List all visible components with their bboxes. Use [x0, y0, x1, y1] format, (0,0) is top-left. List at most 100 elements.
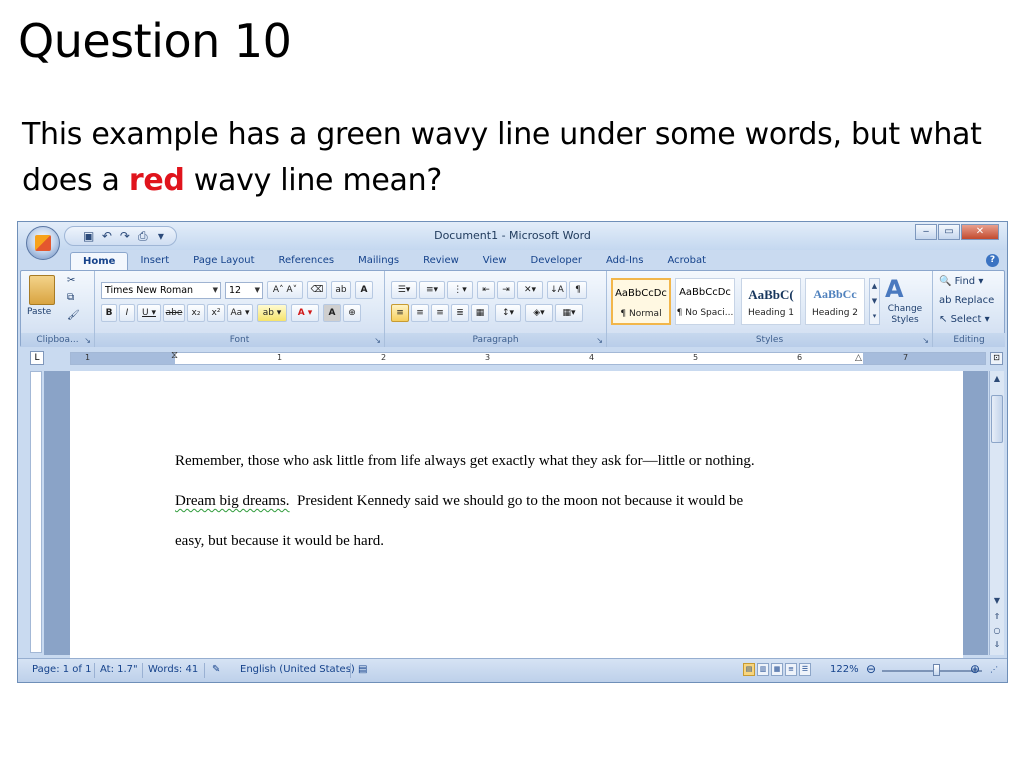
web-layout-icon[interactable]: ▦ — [771, 663, 783, 676]
clear-formatting-icon[interactable]: ⌫ — [307, 281, 327, 299]
change-styles-icon[interactable]: A — [885, 275, 904, 303]
next-page-icon[interactable]: ⇓ — [991, 639, 1003, 651]
full-screen-reading-icon[interactable]: ▥ — [757, 663, 769, 676]
style-normal[interactable]: AaBbCcDc ¶ Normal — [611, 278, 671, 325]
numbering-button[interactable]: ≡▾ — [419, 281, 445, 299]
scroll-up-icon[interactable]: ▲ — [991, 373, 1003, 385]
tab-home[interactable]: Home — [70, 252, 129, 271]
view-buttons: ▤ ▥ ▦ ≡ ☰ — [743, 663, 811, 676]
paste-icon[interactable] — [29, 275, 55, 305]
distributed-button[interactable]: ▦ — [471, 304, 489, 322]
multilevel-list-button[interactable]: ⋮▾ — [447, 281, 473, 299]
minimize-button[interactable]: ‒ — [915, 224, 937, 240]
document-body[interactable]: Remember, those who ask little from life… — [175, 441, 935, 561]
tab-view[interactable]: View — [471, 252, 519, 271]
previous-page-icon[interactable]: ⇑ — [991, 611, 1003, 623]
style-heading-2[interactable]: AaBbCc Heading 2 — [805, 278, 865, 325]
styles-scroll-icon[interactable]: ▲ ▼ ▾ — [869, 278, 880, 325]
tab-acrobat[interactable]: Acrobat — [655, 252, 718, 271]
scroll-thumb[interactable] — [991, 395, 1003, 443]
paste-label[interactable]: Paste — [27, 307, 51, 317]
zoom-level[interactable]: 122% — [830, 664, 859, 675]
bullets-button[interactable]: ☰▾ — [391, 281, 417, 299]
styles-launcher-icon[interactable]: ↘ — [922, 336, 929, 345]
horizontal-ruler[interactable]: 1 1 2 3 4 5 6 7 ⧖ △ — [70, 350, 986, 365]
scroll-down-icon[interactable]: ▼ — [991, 595, 1003, 607]
borders-button[interactable]: ▦▾ — [555, 304, 583, 322]
zoom-slider[interactable] — [882, 670, 982, 672]
italic-button[interactable]: I — [119, 304, 135, 322]
align-right-button[interactable]: ≡ — [431, 304, 449, 322]
copy-icon[interactable]: ⧉ — [67, 292, 74, 303]
change-styles-button[interactable]: Change Styles — [883, 304, 927, 326]
shading-button[interactable]: ◈▾ — [525, 304, 553, 322]
indent-marker-icon[interactable]: ⧖ — [171, 350, 178, 361]
phonetic-guide-icon[interactable]: ab — [331, 281, 351, 299]
cut-icon[interactable]: ✂ — [67, 275, 75, 286]
font-color-button[interactable]: A ▾ — [291, 304, 319, 322]
help-icon[interactable]: ? — [986, 254, 999, 267]
style-heading-1[interactable]: AaBbC(Heading 1 — [741, 278, 801, 325]
document-page[interactable]: Remember, those who ask little from life… — [70, 371, 963, 661]
draft-icon[interactable]: ☰ — [799, 663, 811, 676]
outline-icon[interactable]: ≡ — [785, 663, 797, 676]
decrease-indent-icon[interactable]: ⇤ — [477, 281, 495, 299]
resize-grip-icon[interactable]: ⋰ — [990, 665, 998, 674]
cursor-position[interactable]: At: 1.7" — [100, 664, 138, 675]
close-button[interactable]: ✕ — [961, 224, 999, 240]
right-indent-marker-icon[interactable]: △ — [855, 353, 862, 363]
character-border-icon[interactable]: A — [355, 281, 373, 299]
tab-insert[interactable]: Insert — [128, 252, 181, 271]
page-count[interactable]: Page: 1 of 1 — [32, 664, 91, 675]
macro-record-icon[interactable]: ▤ — [358, 664, 367, 675]
strikethrough-button[interactable]: abe — [163, 304, 185, 322]
character-shading-icon[interactable]: A — [323, 304, 341, 322]
clipboard-launcher-icon[interactable]: ↘ — [84, 336, 91, 345]
tab-add-ins[interactable]: Add-Ins — [594, 252, 655, 271]
tab-references[interactable]: References — [267, 252, 347, 271]
find-button[interactable]: 🔍 Find ▾ — [939, 276, 983, 287]
vertical-ruler[interactable] — [30, 371, 42, 653]
style-no-spacing[interactable]: AaBbCcDc ¶ No Spaci... — [675, 278, 735, 325]
tab-mailings[interactable]: Mailings — [346, 252, 411, 271]
word-count[interactable]: Words: 41 — [148, 664, 198, 675]
change-case-button[interactable]: Aa ▾ — [227, 304, 253, 322]
sort-icon[interactable]: ↓A — [547, 281, 567, 299]
font-name-select[interactable]: Times New Roman ▼ — [101, 282, 221, 299]
zoom-in-icon[interactable]: ⊕ — [970, 662, 980, 676]
font-size-select[interactable]: 12 ▼ — [225, 282, 263, 299]
align-center-button[interactable]: ≡ — [411, 304, 429, 322]
highlight-color-button[interactable]: ab ▾ — [257, 304, 287, 322]
tab-developer[interactable]: Developer — [519, 252, 594, 271]
superscript-button[interactable]: x² — [207, 304, 225, 322]
subscript-button[interactable]: x₂ — [187, 304, 205, 322]
enclose-characters-icon[interactable]: ⊕ — [343, 304, 361, 322]
font-launcher-icon[interactable]: ↘ — [374, 336, 381, 345]
replace-button[interactable]: ab Replace — [939, 295, 994, 306]
print-layout-icon[interactable]: ▤ — [743, 663, 755, 676]
underline-button[interactable]: U ▾ — [137, 304, 161, 322]
line-spacing-button[interactable]: ↕▾ — [495, 304, 521, 322]
browse-object-icon[interactable]: ○ — [991, 625, 1003, 637]
view-ruler-icon[interactable]: ⊡ — [990, 352, 1003, 365]
asian-layout-button[interactable]: ✕▾ — [517, 281, 543, 299]
office-button[interactable] — [26, 226, 60, 260]
grow-shrink-font-button[interactable]: A˄ A˅ — [267, 281, 303, 299]
justify-button[interactable]: ≣ — [451, 304, 469, 322]
language-indicator[interactable]: English (United States) — [240, 664, 355, 675]
select-button[interactable]: ↖ Select ▾ — [939, 314, 990, 325]
align-left-button[interactable]: ≡ — [391, 304, 409, 322]
increase-indent-icon[interactable]: ⇥ — [497, 281, 515, 299]
tab-review[interactable]: Review — [411, 252, 471, 271]
tab-page-layout[interactable]: Page Layout — [181, 252, 266, 271]
maximize-button[interactable]: ▭ — [938, 224, 960, 240]
paragraph-launcher-icon[interactable]: ↘ — [596, 336, 603, 345]
zoom-out-icon[interactable]: ⊖ — [866, 662, 876, 676]
format-painter-icon[interactable]: 🖌 — [67, 310, 80, 321]
zoom-slider-thumb[interactable] — [933, 664, 940, 676]
tab-selector-button[interactable]: L — [30, 351, 44, 365]
show-formatting-icon[interactable]: ¶ — [569, 281, 587, 299]
bold-button[interactable]: B — [101, 304, 117, 322]
vertical-scrollbar[interactable]: ▲ ▼ ⇑ ○ ⇓ — [989, 371, 1004, 655]
proofing-icon[interactable]: ✎ — [212, 664, 220, 675]
